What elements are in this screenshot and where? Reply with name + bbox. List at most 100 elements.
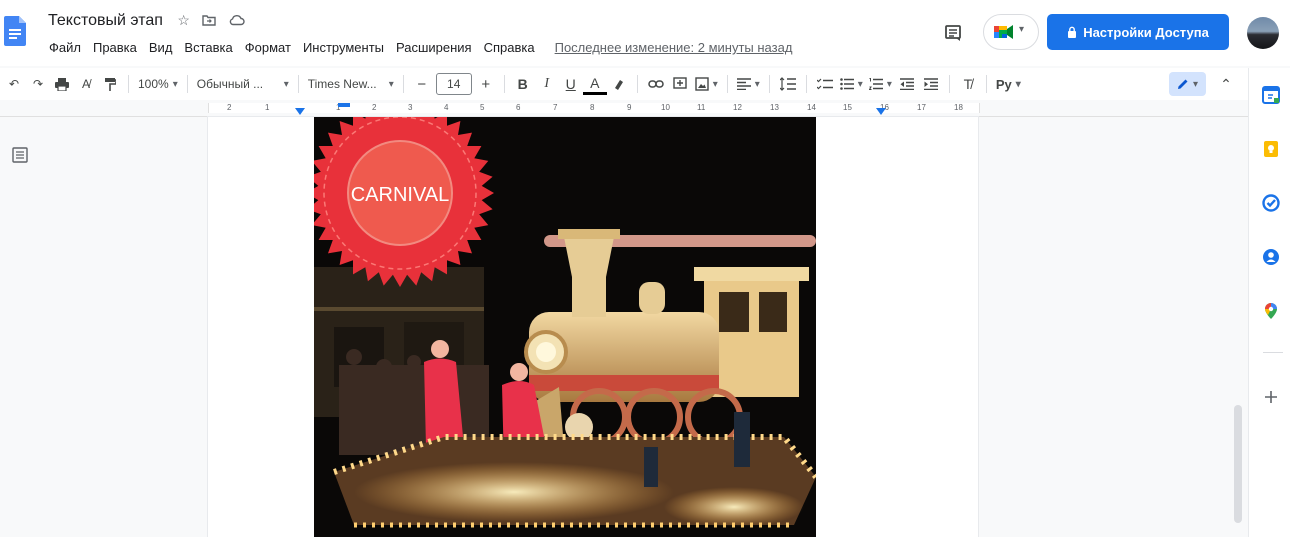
toolbar-divider (503, 75, 505, 93)
redo-icon[interactable]: ↷ (26, 72, 50, 96)
italic-button[interactable]: I (535, 72, 559, 96)
move-to-folder-icon[interactable] (202, 14, 217, 26)
highlight-color-icon[interactable] (607, 72, 631, 96)
undo-icon[interactable]: ↶ (2, 72, 26, 96)
chevron-down-icon: ▾ (1019, 24, 1025, 35)
ruler-mark: 6 (516, 103, 521, 112)
meet-icon (994, 25, 1013, 39)
menu-edit[interactable]: Правка (92, 40, 138, 55)
toolbar-divider (948, 75, 950, 93)
underline-button[interactable]: U (559, 72, 583, 96)
calendar-icon[interactable] (1262, 86, 1280, 104)
ruler-mark: 18 (954, 103, 963, 112)
ruler-mark: 2 (372, 103, 377, 112)
left-indent-marker-icon[interactable] (295, 108, 305, 115)
increase-font-size-button[interactable]: + (474, 72, 498, 96)
spellcheck-icon[interactable]: A̸ (74, 72, 98, 96)
doc-title[interactable]: Текстовый этап (48, 12, 163, 29)
toolbar-divider (297, 75, 299, 93)
link-icon[interactable] (644, 72, 668, 96)
paint-format-icon[interactable] (98, 72, 122, 96)
toolbar: ↶ ↷ A̸ 100% Обычный ... Times New... − 1… (0, 68, 1248, 100)
star-icon[interactable]: ☆ (177, 12, 190, 28)
meet-button[interactable]: ▾ (983, 14, 1039, 50)
docs-logo-icon[interactable] (4, 16, 26, 46)
ruler: 2 1 1 2 3 4 5 6 7 8 9 10 11 12 13 14 15 … (0, 100, 1248, 117)
carnival-float-photo[interactable]: CARNIVAL (314, 117, 816, 537)
menu-format[interactable]: Формат (244, 40, 292, 55)
increase-indent-icon[interactable] (919, 72, 943, 96)
account-avatar[interactable] (1247, 17, 1279, 49)
comments-history-icon[interactable] (944, 24, 962, 42)
maps-icon[interactable] (1262, 302, 1280, 320)
plus-icon[interactable] (1262, 388, 1280, 406)
font-size-input[interactable]: 14 (435, 73, 472, 95)
decrease-font-size-button[interactable]: − (410, 72, 434, 96)
ruler-mark: 1 (265, 103, 270, 112)
carnival-badge: CARNIVAL (314, 117, 494, 287)
clear-formatting-icon[interactable]: T̸ (956, 72, 980, 96)
menu-insert[interactable]: Вставка (183, 40, 233, 55)
align-icon[interactable] (734, 72, 763, 96)
ruler-mark: 14 (807, 103, 816, 112)
ruler-mark: 17 (917, 103, 926, 112)
toolbar-divider (768, 75, 770, 93)
right-indent-marker-icon[interactable] (876, 108, 886, 115)
numbered-list-icon[interactable] (866, 72, 895, 96)
first-line-indent-marker-icon[interactable] (338, 103, 350, 107)
ruler-mark: 4 (444, 103, 449, 112)
contacts-icon[interactable] (1262, 248, 1280, 266)
menu-bar: Файл Правка Вид Вставка Формат Инструмен… (48, 40, 793, 55)
last-edit-link[interactable]: Последнее изменение: 2 минуты назад (554, 40, 794, 55)
vertical-scrollbar[interactable] (1234, 405, 1242, 523)
editing-mode-button[interactable] (1168, 72, 1206, 96)
menu-tools[interactable]: Инструменты (302, 40, 385, 55)
share-button[interactable]: Настройки Доступа (1047, 14, 1229, 50)
menu-help[interactable]: Справка (483, 40, 536, 55)
ruler-mark: 5 (480, 103, 485, 112)
badge-text: CARNIVAL (351, 184, 450, 206)
share-label: Настройки Доступа (1083, 24, 1209, 40)
checklist-icon[interactable] (813, 72, 837, 96)
font-select[interactable]: Times New... (305, 72, 397, 96)
zoom-select[interactable]: 100% (135, 72, 181, 96)
ruler-mark: 11 (697, 103, 706, 112)
toolbar-divider (636, 75, 638, 93)
insert-image-icon[interactable] (692, 72, 721, 96)
ruler-mark: 7 (553, 103, 558, 112)
ruler-mark: 3 (408, 103, 413, 112)
add-comment-icon[interactable] (668, 72, 692, 96)
ruler-mark: 2 (227, 103, 232, 112)
style-select[interactable]: Обычный ... (194, 72, 292, 96)
side-panel (1248, 68, 1290, 537)
decrease-indent-icon[interactable] (895, 72, 919, 96)
toolbar-divider (402, 75, 404, 93)
toolbar-divider (186, 75, 188, 93)
doc-title-row: Текстовый этап ☆ (48, 12, 245, 30)
bold-button[interactable]: B (511, 72, 535, 96)
ruler-mark: 15 (843, 103, 852, 112)
hide-menus-chevron-up-icon[interactable]: ⌃ (1214, 72, 1238, 96)
menu-extensions[interactable]: Расширения (395, 40, 473, 55)
toolbar-divider (726, 75, 728, 93)
tasks-icon[interactable] (1262, 194, 1280, 212)
ruler-mark: 8 (590, 103, 595, 112)
ruler-strip[interactable]: 2 1 1 2 3 4 5 6 7 8 9 10 11 12 13 14 15 … (208, 103, 980, 113)
ruler-mark: 9 (627, 103, 632, 112)
pencil-icon (1177, 79, 1188, 89)
toolbar-divider (128, 75, 129, 93)
cloud-status-icon[interactable] (229, 14, 245, 26)
side-panel-divider (1263, 352, 1283, 353)
menu-file[interactable]: Файл (48, 40, 82, 55)
menu-view[interactable]: Вид (148, 40, 174, 55)
line-spacing-icon[interactable] (776, 72, 800, 96)
ruler-mark: 10 (661, 103, 670, 112)
document-outline-icon[interactable] (12, 147, 28, 163)
keep-icon[interactable] (1262, 140, 1280, 158)
ruler-mark: 12 (733, 103, 742, 112)
input-tools-select[interactable]: Pу (993, 72, 1024, 96)
text-color-button[interactable]: A (582, 74, 607, 95)
bulleted-list-icon[interactable] (837, 72, 866, 96)
print-icon[interactable] (50, 72, 74, 96)
toolbar-divider (805, 75, 807, 93)
